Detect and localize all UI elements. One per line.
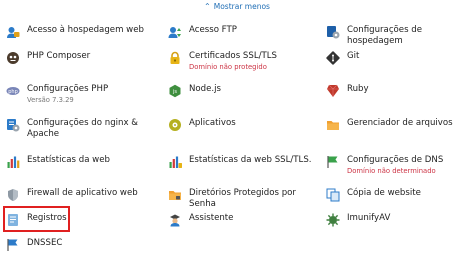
item-label: Git xyxy=(347,51,360,61)
item-label: Acesso à hospedagem web xyxy=(27,25,144,35)
tool-ssl-web-statistics[interactable]: Estatísticas da web SSL/TLS. xyxy=(168,155,318,169)
web-stats-icon xyxy=(6,155,20,169)
tool-assistant[interactable]: Assistente xyxy=(168,213,318,227)
logs-highlight-box xyxy=(3,206,70,232)
tool-php-composer[interactable]: PHP Composer xyxy=(6,51,156,65)
tool-git[interactable]: Git xyxy=(326,51,474,65)
tool-ssl-certificates[interactable]: Certificados SSL/TLS Domínio não protegi… xyxy=(168,51,318,72)
item-label: Acesso FTP xyxy=(189,25,237,35)
item-label: Certificados SSL/TLS xyxy=(189,51,277,61)
protected-folder-icon xyxy=(168,188,182,202)
item-label: Firewall de aplicativo web xyxy=(27,188,138,198)
tool-ruby[interactable]: Ruby xyxy=(326,84,474,98)
item-label: Gerenciador de arquivos xyxy=(347,118,453,128)
svg-text:php: php xyxy=(8,89,18,95)
chevron-up-icon: ⌃ xyxy=(204,1,211,11)
item-label: Ruby xyxy=(347,84,369,94)
ftp-icon xyxy=(168,25,182,39)
ruby-icon xyxy=(326,84,340,98)
item-label: Estatísticas da web xyxy=(27,155,110,165)
tool-web-statistics[interactable]: Estatísticas da web xyxy=(6,155,156,169)
hosting-settings-icon xyxy=(326,25,340,39)
dnssec-icon xyxy=(6,238,20,252)
show-less-toggle[interactable]: ⌃ Mostrar menos xyxy=(0,0,474,12)
php-composer-icon xyxy=(6,51,20,65)
nodejs-icon: js xyxy=(168,84,182,98)
dns-flag-icon xyxy=(326,155,340,169)
item-label: Configurações PHP xyxy=(27,84,109,94)
ssl-stats-icon xyxy=(168,155,182,169)
tool-web-application-firewall[interactable]: Firewall de aplicativo web xyxy=(6,188,156,202)
php-version-text: Versão 7.3.29 xyxy=(27,96,74,104)
imunifyav-icon xyxy=(326,213,340,227)
item-label: Diretórios Protegidos por Senha xyxy=(189,188,296,209)
tool-nginx-apache-settings[interactable]: Configurações do nginx & Apache xyxy=(6,118,156,140)
svg-text:js: js xyxy=(172,89,177,95)
server-settings-icon xyxy=(6,118,20,132)
dns-status-text[interactable]: Domínio não determinado xyxy=(347,167,443,176)
tool-nodejs[interactable]: js Node.js xyxy=(168,84,318,98)
ssl-lock-icon xyxy=(168,51,182,65)
item-label: Estatísticas da web SSL/TLS. xyxy=(189,155,312,165)
copy-website-icon xyxy=(326,188,340,202)
item-label: Configurações de hospedagem xyxy=(347,25,423,46)
assistant-icon xyxy=(168,213,182,227)
item-label: Assistente xyxy=(189,213,234,223)
tool-website-copy[interactable]: Cópia de website xyxy=(326,188,474,202)
php-icon: php xyxy=(6,84,20,98)
tool-dns-settings[interactable]: Configurações de DNS Domínio não determi… xyxy=(326,155,474,176)
tool-imunifyav[interactable]: ImunifyAV xyxy=(326,213,474,227)
item-label: DNSSEC xyxy=(27,238,63,248)
ssl-status-text[interactable]: Domínio não protegido xyxy=(189,63,277,72)
tool-file-manager[interactable]: Gerenciador de arquivos xyxy=(326,118,474,132)
show-less-label: Mostrar menos xyxy=(213,1,270,11)
folder-icon xyxy=(326,118,340,132)
tool-applications[interactable]: Aplicativos xyxy=(168,118,318,132)
applications-icon xyxy=(168,118,182,132)
item-label: ImunifyAV xyxy=(347,213,391,223)
tool-web-hosting-access[interactable]: Acesso à hospedagem web xyxy=(6,25,156,39)
item-label: PHP Composer xyxy=(27,51,91,61)
item-label: Cópia de website xyxy=(347,188,421,198)
item-label: Aplicativos xyxy=(189,118,236,128)
tool-php-settings[interactable]: php Configurações PHP Versão 7.3.29 xyxy=(6,84,156,105)
web-hosting-icon xyxy=(6,25,20,39)
tool-password-protected-directories[interactable]: Diretórios Protegidos por Senha xyxy=(168,188,318,210)
git-icon xyxy=(326,51,340,65)
tool-hosting-settings[interactable]: Configurações de hospedagem xyxy=(326,25,474,47)
tool-ftp-access[interactable]: Acesso FTP xyxy=(168,25,318,39)
firewall-shield-icon xyxy=(6,188,20,202)
item-label: Configurações de DNS xyxy=(347,155,444,165)
item-label: Configurações do nginx & Apache xyxy=(27,118,138,139)
item-label: Node.js xyxy=(189,84,222,94)
tool-dnssec[interactable]: DNSSEC xyxy=(6,238,156,252)
